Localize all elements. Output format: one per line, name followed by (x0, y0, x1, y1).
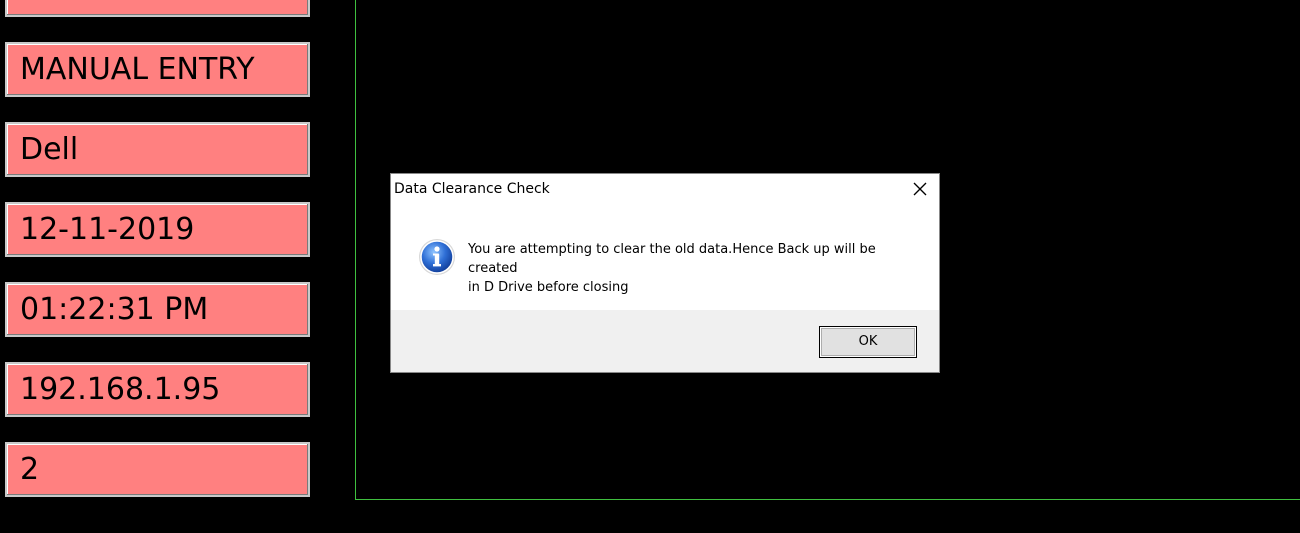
dialog-footer: OK (391, 310, 939, 372)
ok-button[interactable]: OK (819, 326, 917, 358)
info-box-count: 2 (5, 442, 310, 497)
dialog-message: You are attempting to clear the old data… (468, 240, 918, 297)
dialog-body: You are attempting to clear the old data… (391, 204, 939, 310)
info-box-date: 12-11-2019 (5, 202, 310, 257)
info-box-entry-type: MANUAL ENTRY (5, 42, 310, 97)
info-box-system-name: Dell (5, 122, 310, 177)
info-box-ip-address: 192.168.1.95 (5, 362, 310, 417)
dialog-title: Data Clearance Check (394, 181, 550, 197)
info-icon (418, 238, 456, 276)
dialog-message-line-2: in D Drive before closing (468, 280, 629, 295)
data-clearance-dialog: Data Clearance Check You are attempting … (390, 173, 940, 373)
close-icon[interactable] (909, 178, 931, 200)
dialog-message-line-1: You are attempting to clear the old data… (468, 242, 876, 276)
app-screen: MANUAL ENTRY Dell 12-11-2019 01:22:31 PM… (0, 0, 1300, 533)
info-box-top (5, 0, 310, 17)
dialog-titlebar[interactable]: Data Clearance Check (391, 174, 939, 204)
info-box-time: 01:22:31 PM (5, 282, 310, 337)
